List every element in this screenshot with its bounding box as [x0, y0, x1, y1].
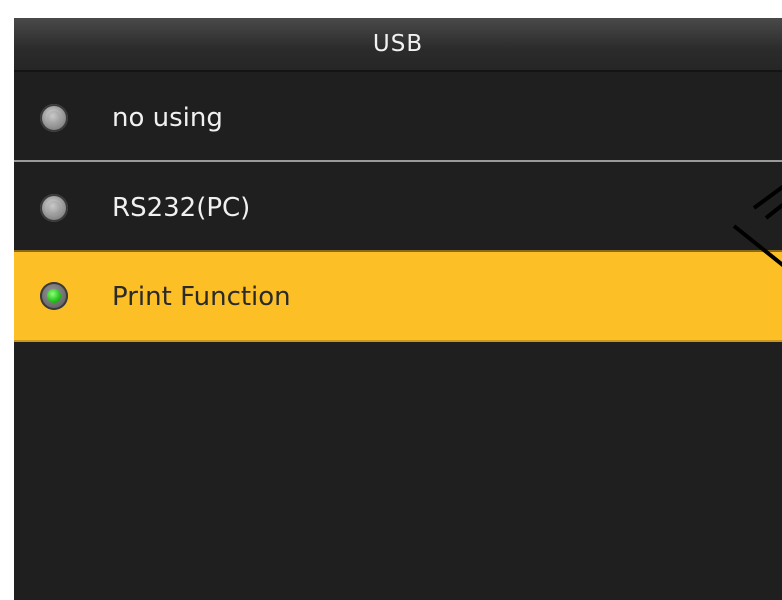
option-no-using[interactable]: no using [14, 74, 782, 162]
device-screen: USB no using RS232(PC) Print Function [14, 18, 782, 600]
radio-unselected-icon[interactable] [40, 104, 68, 132]
option-label: RS232(PC) [112, 193, 251, 223]
screen-title: USB [14, 18, 782, 72]
option-label: no using [112, 103, 223, 133]
radio-unselected-icon[interactable] [40, 194, 68, 222]
option-label: Print Function [112, 282, 291, 312]
radio-selected-icon[interactable] [40, 282, 68, 310]
option-rs232-pc[interactable]: RS232(PC) [14, 164, 782, 252]
option-print-function[interactable]: Print Function [14, 252, 782, 342]
